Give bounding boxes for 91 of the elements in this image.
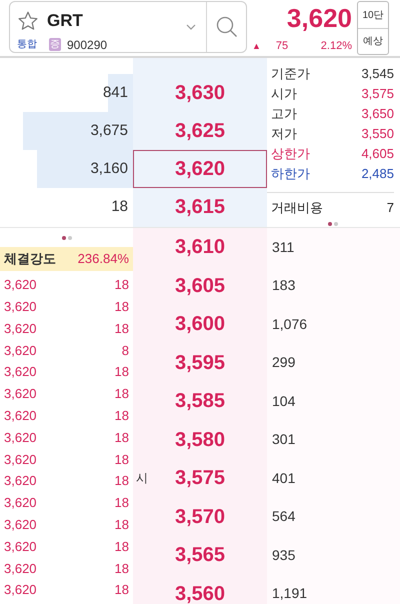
- bid-volume: 299: [271, 353, 296, 372]
- bid-price[interactable]: 3,610: [174, 232, 226, 262]
- trade-quantity: 18: [114, 363, 129, 382]
- trade-price: 3,620: [4, 450, 37, 469]
- trade-quantity: 18: [114, 472, 129, 490]
- bid-price[interactable]: 3,595: [174, 348, 226, 378]
- trade-quantity: 18: [114, 494, 129, 512]
- bid-volume: 1,191: [271, 584, 308, 604]
- fee-label: 거래비용: [271, 198, 323, 217]
- ask-price[interactable]: 3,625: [133, 112, 267, 150]
- fee-value: 7: [386, 198, 394, 217]
- bid-price[interactable]: 3,605: [174, 270, 226, 301]
- trade-price: 3,620: [4, 538, 37, 556]
- bid-volume: 935: [271, 546, 296, 565]
- trade-price: 3,620: [4, 385, 37, 404]
- trade-quantity: 18: [114, 385, 129, 404]
- trade-price: 3,620: [4, 406, 37, 425]
- trade-price: 3,620: [4, 428, 37, 447]
- trade-quantity: 18: [114, 428, 129, 447]
- info-label: 고가: [271, 105, 297, 124]
- trade-quantity: 8: [122, 342, 129, 360]
- price-change: 75: [276, 39, 288, 54]
- star-icon[interactable]: [17, 10, 39, 32]
- bid-volume: 1,076: [271, 314, 308, 334]
- stock-code: 900290: [67, 36, 108, 54]
- info-label: 시가: [271, 85, 297, 104]
- info-label: 하한가: [271, 165, 310, 184]
- trade-quantity: 18: [114, 298, 129, 316]
- trade-quantity: 18: [114, 450, 129, 469]
- bid-price[interactable]: 3,560: [174, 578, 226, 604]
- info-value: 3,545: [361, 65, 394, 84]
- trade-price: 3,620: [4, 363, 37, 382]
- up-arrow-icon: ▲: [252, 40, 261, 53]
- open-price-marker: 시: [136, 470, 148, 488]
- info-label: 상한가: [271, 145, 310, 164]
- ask-volume: 841: [102, 82, 129, 103]
- trade-quantity: 18: [114, 560, 129, 578]
- search-icon: [214, 15, 238, 39]
- bid-volume: 401: [271, 468, 296, 488]
- ask-volume: 18: [111, 196, 129, 217]
- trade-quantity: 18: [114, 516, 129, 534]
- trade-quantity: 18: [114, 538, 129, 556]
- bid-volume: 301: [271, 430, 296, 450]
- ask-price[interactable]: 3,620: [133, 150, 267, 188]
- trade-price: 3,620: [4, 320, 37, 338]
- change-rate: 2.12%: [320, 39, 352, 54]
- stock-name: GRT: [47, 10, 83, 32]
- search-box[interactable]: GRT 통합 증 900290: [9, 1, 247, 53]
- bid-volume: 104: [271, 392, 296, 411]
- trade-price: 3,620: [4, 472, 37, 490]
- bid-price[interactable]: 3,570: [174, 502, 226, 532]
- bid-price[interactable]: 3,600: [174, 309, 226, 340]
- strength-value: 236.84%: [78, 250, 129, 268]
- ask-volume: 3,160: [90, 158, 129, 179]
- trade-price: 3,620: [4, 298, 37, 316]
- page-dots-icon: [328, 222, 338, 226]
- trade-price: 3,620: [4, 342, 37, 360]
- ask-price[interactable]: 3,615: [133, 188, 267, 226]
- info-value: 3,575: [361, 85, 394, 104]
- info-value: 3,650: [361, 105, 394, 124]
- trade-price: 3,620: [4, 516, 37, 534]
- market-label: 통합: [17, 38, 37, 52]
- current-price: 3,620: [286, 3, 352, 33]
- strength-label: 체결강도: [4, 250, 56, 268]
- bid-volume: 564: [271, 507, 296, 526]
- info-value: 3,550: [361, 125, 394, 144]
- trade-price: 3,620: [4, 560, 37, 578]
- trade-price: 3,620: [4, 494, 37, 512]
- bid-price[interactable]: 3,575: [174, 463, 226, 494]
- bid-price[interactable]: 3,565: [174, 540, 226, 570]
- trade-quantity: 18: [114, 581, 129, 600]
- info-label: 기준가: [271, 65, 310, 84]
- info-label: 저가: [271, 125, 297, 144]
- ask-volume: 3,675: [90, 120, 129, 141]
- info-value: 2,485: [361, 165, 394, 184]
- bid-volume: 183: [271, 276, 296, 296]
- bid-price[interactable]: 3,585: [174, 386, 226, 416]
- market-badge: 증: [49, 38, 61, 51]
- trade-quantity: 18: [114, 406, 129, 425]
- bid-volume: 311: [271, 238, 294, 257]
- forecast-button[interactable]: 예상: [358, 28, 388, 54]
- ask-price[interactable]: 3,630: [133, 74, 267, 112]
- trade-quantity: 18: [114, 276, 129, 294]
- trade-price: 3,620: [4, 276, 37, 294]
- page-dots-icon: [62, 236, 72, 240]
- trade-price: 3,620: [4, 581, 37, 600]
- depth-button[interactable]: 10단: [358, 2, 388, 28]
- caret-icon[interactable]: [186, 24, 196, 30]
- trade-quantity: 18: [114, 320, 129, 338]
- info-value: 4,605: [361, 145, 394, 164]
- bid-price[interactable]: 3,580: [174, 424, 226, 455]
